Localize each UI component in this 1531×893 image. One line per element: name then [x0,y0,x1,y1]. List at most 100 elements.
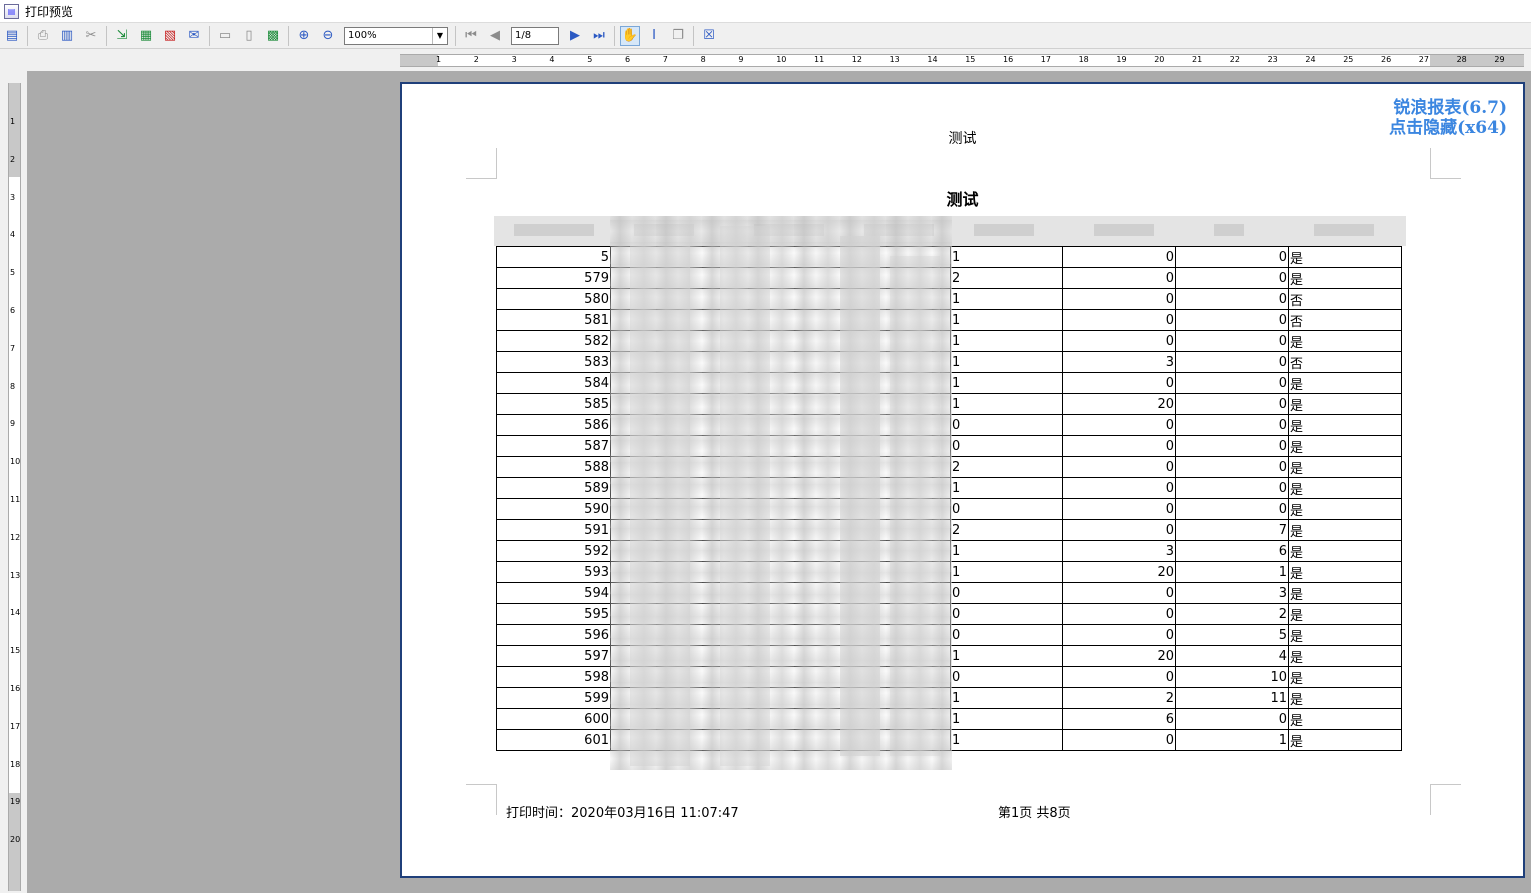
row-id-cell: 593 [496,561,611,583]
col-d-cell: 是 [1288,666,1402,688]
col-c-cell: 6 [1175,540,1289,562]
hand-tool-icon[interactable]: ✋ [620,25,640,46]
mail-icon[interactable]: ✉ [184,26,204,46]
export-icon[interactable]: ⇲ [112,26,132,46]
layout-icon[interactable]: ▤ [2,26,22,46]
ruler-number: 15 [10,646,21,656]
row-id-cell: 591 [496,519,611,541]
col-b-cell: 0 [1062,288,1176,310]
next-page-icon[interactable]: ▶ [565,26,585,46]
ruler-number: 20 [1154,55,1165,64]
zoom-select[interactable]: 100% ▼ [344,26,448,45]
ruler-number: 10 [776,55,787,64]
col-a-cell: 2 [950,456,1063,478]
col-d-cell: 是 [1288,477,1402,499]
toolbar: ▤ ⎙ ▥ ✂ ⇲ ▦ ▧ ✉ ▭ ▯ ▩ ⊕ ⊖ 100% ▼ ⏮ ◀ 1/8… [0,23,1531,49]
col-c-cell: 11 [1175,687,1289,709]
col-c-cell: 0 [1175,246,1289,268]
book-icon[interactable]: ▥ [57,26,77,46]
blurred-header [1314,224,1374,236]
prev-page-icon[interactable]: ◀ [485,26,505,46]
ruler-number: 29 [1494,55,1505,64]
margin-corner-br [1430,784,1461,815]
col-b-cell: 0 [1062,624,1176,646]
col-d-cell: 否 [1288,288,1402,310]
row-id-cell: 588 [496,456,611,478]
ruler-number: 17 [10,721,21,731]
page-setup-icon[interactable]: ▭ [215,26,235,46]
row-id-cell: 587 [496,435,611,457]
vertical-ruler: 1 2 3 4 5 6 7 8 9 10 11 12 13 14 15 16 17 18 19 20 [0,71,27,893]
col-a-cell: 0 [950,414,1063,436]
single-page-icon[interactable]: ▯ [239,26,259,46]
row-id-cell: 601 [496,729,611,751]
multi-page-icon[interactable]: ▩ [263,26,283,46]
ruler-number: 17 [1040,55,1051,64]
preview-page[interactable]: 锐浪报表(6.7) 点击隐藏(x64) 测试 测试 5 1 0 0 是 579 2 0 0 是 58… [400,82,1525,878]
col-d-cell: 是 [1288,519,1402,541]
col-a-cell: 0 [950,582,1063,604]
col-d-cell: 是 [1288,645,1402,667]
tools-icon[interactable]: ✂ [81,26,101,46]
col-b-cell: 0 [1062,582,1176,604]
ruler-number: 16 [1003,55,1014,64]
ruler-number: 13 [10,570,21,580]
toolbar-separator [693,25,694,46]
excel-icon[interactable]: ▦ [136,26,156,46]
chevron-down-icon[interactable]: ▼ [432,27,447,44]
ruler-number: 13 [889,55,900,64]
row-id-cell: 592 [496,540,611,562]
ruler-number: 7 [662,55,668,64]
col-d-cell: 是 [1288,372,1402,394]
col-c-cell: 0 [1175,393,1289,415]
ruler-number: 5 [10,268,16,278]
col-a-cell: 2 [950,519,1063,541]
blurred-header [1214,224,1244,236]
footer-page-number: 第1页 共8页 [998,806,1071,821]
row-id-cell: 581 [496,309,611,331]
ruler-number: 28 [1456,55,1467,64]
col-b-cell: 20 [1062,393,1176,415]
col-b-cell: 3 [1062,351,1176,373]
toolbar-separator [106,25,107,46]
ruler-number: 2 [473,55,479,64]
close-icon[interactable]: ☒ [699,26,719,46]
blurred-header [974,224,1034,236]
col-b-cell: 0 [1062,246,1176,268]
row-id-cell: 590 [496,498,611,520]
pdf-icon[interactable]: ▧ [160,26,180,46]
page-number-input[interactable]: 1/8 [511,26,559,45]
zoom-in-icon[interactable]: ⊕ [294,26,314,46]
ruler-number: 25 [1343,55,1354,64]
col-b-cell: 2 [1062,687,1176,709]
ruler-number: 6 [10,306,16,315]
col-c-cell: 5 [1175,624,1289,646]
copy-icon[interactable]: ❐ [668,26,688,46]
col-b-cell: 0 [1062,414,1176,436]
col-a-cell: 1 [950,645,1063,667]
first-page-icon[interactable]: ⏮ [461,26,481,46]
zoom-out-icon[interactable]: ⊖ [318,26,338,46]
window-titlebar: ▤ 打印预览 [0,0,1531,23]
ruler-number: 9 [738,55,744,64]
col-a-cell: 1 [950,351,1063,373]
print-icon[interactable]: ⎙ [33,26,53,46]
row-id-cell: 580 [496,288,611,310]
col-c-cell: 1 [1175,729,1289,751]
col-d-cell: 是 [1288,267,1402,289]
ruler-number: 2 [10,154,16,164]
row-id-cell: 595 [496,603,611,625]
text-select-icon[interactable]: I [644,26,664,46]
last-page-icon[interactable]: ⏭ [589,26,609,46]
footer-print-time: 打印时间：2020年03月16日 11:07:47 [506,806,739,821]
col-d-cell: 否 [1288,309,1402,331]
ruler-number: 1 [436,55,442,64]
col-c-cell: 0 [1175,372,1289,394]
ruler-number: 10 [10,457,21,467]
toolbar-separator [209,25,210,46]
blur-strip [630,246,690,766]
col-d-cell: 是 [1288,603,1402,625]
ruler-margin-left [400,55,438,66]
col-b-cell: 0 [1062,456,1176,478]
blurred-header [1094,224,1154,236]
